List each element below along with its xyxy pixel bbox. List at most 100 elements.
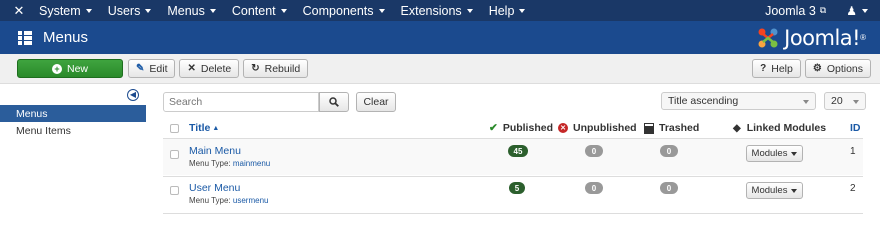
new-button[interactable]: + New — [17, 59, 123, 78]
select-all-checkbox[interactable] — [170, 124, 179, 133]
row-id: 2 — [850, 183, 856, 194]
column-id-header[interactable]: ID — [850, 122, 861, 134]
plus-icon: + — [51, 63, 62, 74]
chevron-down-icon — [791, 151, 798, 156]
trash-icon — [644, 122, 654, 134]
sidebar: ◀ Menus Menu Items — [0, 84, 146, 240]
row-id: 1 — [850, 146, 856, 157]
column-id-label: ID — [850, 122, 861, 134]
menu-help[interactable]: Help — [481, 0, 534, 21]
brand-mark: ® — [860, 33, 866, 42]
main-content: Clear Title ascending 20 Title▲ ✔Publish… — [163, 84, 880, 240]
unpublished-count-badge[interactable]: 0 — [585, 145, 603, 157]
menu-system[interactable]: System — [31, 0, 100, 21]
sidebar-item-label: Menus — [16, 107, 48, 120]
chevron-down-icon — [519, 8, 526, 13]
user-icon: ♟ — [846, 3, 857, 18]
brand-name: Joomla! — [784, 25, 861, 50]
sidebar-item-menu-items[interactable]: Menu Items — [0, 122, 146, 139]
column-unpublished-label: Unpublished — [573, 122, 637, 134]
help-button-label: Help — [771, 62, 793, 75]
list-icon — [18, 30, 32, 45]
chevron-down-icon — [791, 188, 798, 193]
sort-asc-icon: ▲ — [212, 124, 220, 132]
clear-button[interactable]: Clear — [356, 92, 396, 112]
chevron-down-icon — [280, 8, 287, 13]
help-button[interactable]: ? Help — [752, 59, 801, 78]
modules-button-label: Modules — [751, 185, 788, 196]
external-link-icon: ⧉ — [819, 5, 827, 15]
column-published-label: Published — [502, 122, 553, 134]
menu-type-label: Menu Type: — [189, 159, 231, 168]
user-menu[interactable]: ♟ — [834, 4, 880, 18]
edit-button[interactable]: ✎ Edit — [128, 59, 176, 78]
search-icon — [329, 97, 339, 107]
joomla-logo-icon[interactable]: ✕ — [7, 0, 31, 21]
unpublished-count-badge[interactable]: 0 — [585, 182, 603, 194]
menu-type-value: usermenu — [232, 196, 269, 205]
limit-select-value: 20 — [831, 95, 843, 107]
toolbar: + New ✎ Edit ✕ Delete ↻ Rebuild ? Help ⚙ Optio… — [0, 54, 880, 84]
column-published-header: ✔ Published — [489, 122, 553, 134]
published-count-badge[interactable]: 5 — [509, 182, 525, 194]
options-button-label: Options — [826, 62, 863, 75]
limit-select[interactable]: 20 — [824, 92, 866, 110]
menu-content[interactable]: Content — [224, 0, 295, 21]
chevron-down-icon — [853, 100, 859, 104]
chevron-down-icon — [803, 100, 809, 104]
menu-system-label: System — [39, 3, 81, 18]
trashed-count-badge[interactable]: 0 — [660, 145, 678, 157]
published-count-badge[interactable]: 45 — [508, 145, 528, 157]
modules-button-label: Modules — [751, 148, 788, 159]
delete-button-label: Delete — [200, 62, 232, 75]
modules-dropdown-button[interactable]: Modules — [746, 145, 803, 162]
trashed-count-badge[interactable]: 0 — [660, 182, 678, 194]
row-checkbox[interactable] — [170, 186, 179, 195]
site-link[interactable]: Joomla 3 ⧉ — [757, 0, 834, 21]
column-linked-modules-label: Linked Modules — [746, 122, 827, 134]
delete-button[interactable]: ✕ Delete — [179, 59, 240, 78]
close-icon: ✕ — [187, 63, 196, 74]
row-divider — [163, 213, 863, 214]
column-title-label: Title — [189, 122, 211, 134]
page-title: Menus — [43, 29, 89, 46]
modules-dropdown-button[interactable]: Modules — [746, 182, 803, 199]
sort-select[interactable]: Title ascending — [661, 92, 816, 110]
chevron-down-icon — [378, 8, 385, 13]
site-name: Joomla 3 — [765, 3, 816, 18]
options-button[interactable]: ⚙ Options — [804, 59, 871, 78]
menu-components-label: Components — [302, 3, 374, 18]
clear-button-label: Clear — [363, 96, 389, 108]
menu-components[interactable]: Components — [295, 0, 393, 21]
cube-icon: ◆ — [733, 122, 741, 134]
row-menu-type: Menu Type: mainmenu — [189, 159, 270, 168]
menu-extensions[interactable]: Extensions — [393, 0, 481, 21]
question-icon: ? — [760, 63, 767, 74]
collapse-sidebar-icon[interactable]: ◀ — [127, 89, 139, 101]
refresh-icon: ↻ — [251, 63, 260, 74]
menu-menus[interactable]: Menus — [159, 0, 224, 21]
menu-menus-label: Menus — [167, 3, 205, 18]
rebuild-button-label: Rebuild — [264, 62, 301, 75]
column-linked-modules-header: ◆ Linked Modules — [733, 122, 826, 134]
search-button[interactable] — [319, 92, 349, 112]
top-navbar: ✕ System Users Menus Content Components … — [0, 0, 880, 21]
column-title-header[interactable]: Title ▲ — [189, 122, 219, 134]
menu-users-label: Users — [107, 3, 141, 18]
menu-content-label: Content — [231, 3, 276, 18]
edit-icon: ✎ — [136, 63, 145, 74]
row-checkbox[interactable] — [170, 150, 179, 159]
column-trashed-label: Trashed — [659, 122, 700, 134]
column-trashed-header: Trashed — [644, 122, 700, 134]
sidebar-item-label: Menu Items — [16, 124, 71, 137]
rebuild-button[interactable]: ↻ Rebuild — [243, 59, 309, 78]
chevron-down-icon — [145, 8, 152, 13]
title-bar: Menus Joomla! ® — [0, 21, 880, 54]
row-title-link[interactable]: User Menu — [189, 182, 240, 194]
joomla-brand: Joomla! ® — [757, 26, 866, 50]
search-input[interactable] — [163, 92, 319, 112]
sort-select-value: Title ascending — [668, 95, 739, 107]
menu-users[interactable]: Users — [100, 0, 160, 21]
sidebar-item-menus[interactable]: Menus — [0, 105, 146, 122]
row-title-link[interactable]: Main Menu — [189, 145, 241, 157]
